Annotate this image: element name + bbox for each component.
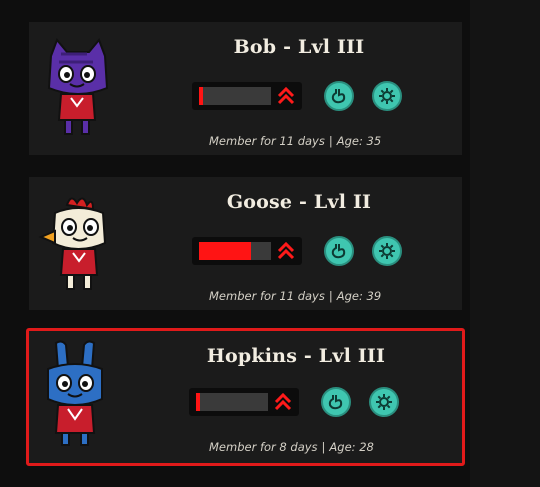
meta-separator: | <box>328 134 333 148</box>
gear-icon <box>379 243 395 259</box>
level-progress-fill <box>199 242 251 260</box>
level-progress-track <box>196 393 268 411</box>
rooster-avatar <box>38 197 107 290</box>
character-age: Age: 28 <box>329 440 374 454</box>
gear-icon <box>376 394 392 410</box>
settings-button[interactable] <box>369 387 399 417</box>
character-age: Age: 39 <box>336 289 382 303</box>
character-name-level: Goose - Lvl II <box>226 191 372 213</box>
character-meta: Member for 8 days | Age: 28 <box>209 440 409 454</box>
membership-duration: Member for 8 days <box>209 440 318 454</box>
stomach-icon <box>331 244 346 259</box>
character-age: Age: 35 <box>336 134 382 148</box>
stomach-icon <box>328 395 343 410</box>
background-panel <box>470 0 540 487</box>
character-card-bob[interactable]: Bob - Lvl III Member for 11 days | Age: 35 <box>29 22 462 155</box>
feed-button[interactable] <box>324 81 354 111</box>
rabbit-avatar <box>47 340 103 446</box>
meta-separator: | <box>321 440 326 454</box>
meta-separator: | <box>328 289 333 303</box>
level-progress-bar <box>192 82 302 110</box>
double-chevron-up-icon <box>277 241 295 260</box>
character-card-hopkins[interactable]: Hopkins - Lvl III Member for 8 days | Age:… <box>26 328 465 466</box>
level-progress-track <box>199 242 271 260</box>
character-card-goose[interactable]: Goose - Lvl II Member for 11 days | Age: 3… <box>29 177 462 310</box>
feed-button[interactable] <box>321 387 351 417</box>
gear-icon <box>379 88 395 104</box>
membership-duration: Member for 11 days <box>209 134 325 148</box>
level-progress-fill <box>196 393 200 411</box>
double-chevron-up-icon <box>277 86 295 105</box>
settings-button[interactable] <box>372 236 402 266</box>
level-progress-bar <box>192 237 302 265</box>
membership-duration: Member for 11 days <box>209 289 325 303</box>
stomach-icon <box>331 89 346 104</box>
character-name-level: Hopkins - Lvl III <box>206 345 386 367</box>
double-chevron-up-icon <box>274 392 292 411</box>
cat-avatar <box>47 38 109 135</box>
character-meta: Member for 11 days | Age: 39 <box>209 289 409 303</box>
settings-button[interactable] <box>372 81 402 111</box>
level-progress-bar <box>189 388 299 416</box>
character-name-level: Bob - Lvl III <box>233 36 365 58</box>
level-progress-fill <box>199 87 203 105</box>
character-meta: Member for 11 days | Age: 35 <box>209 134 409 148</box>
level-progress-track <box>199 87 271 105</box>
feed-button[interactable] <box>324 236 354 266</box>
